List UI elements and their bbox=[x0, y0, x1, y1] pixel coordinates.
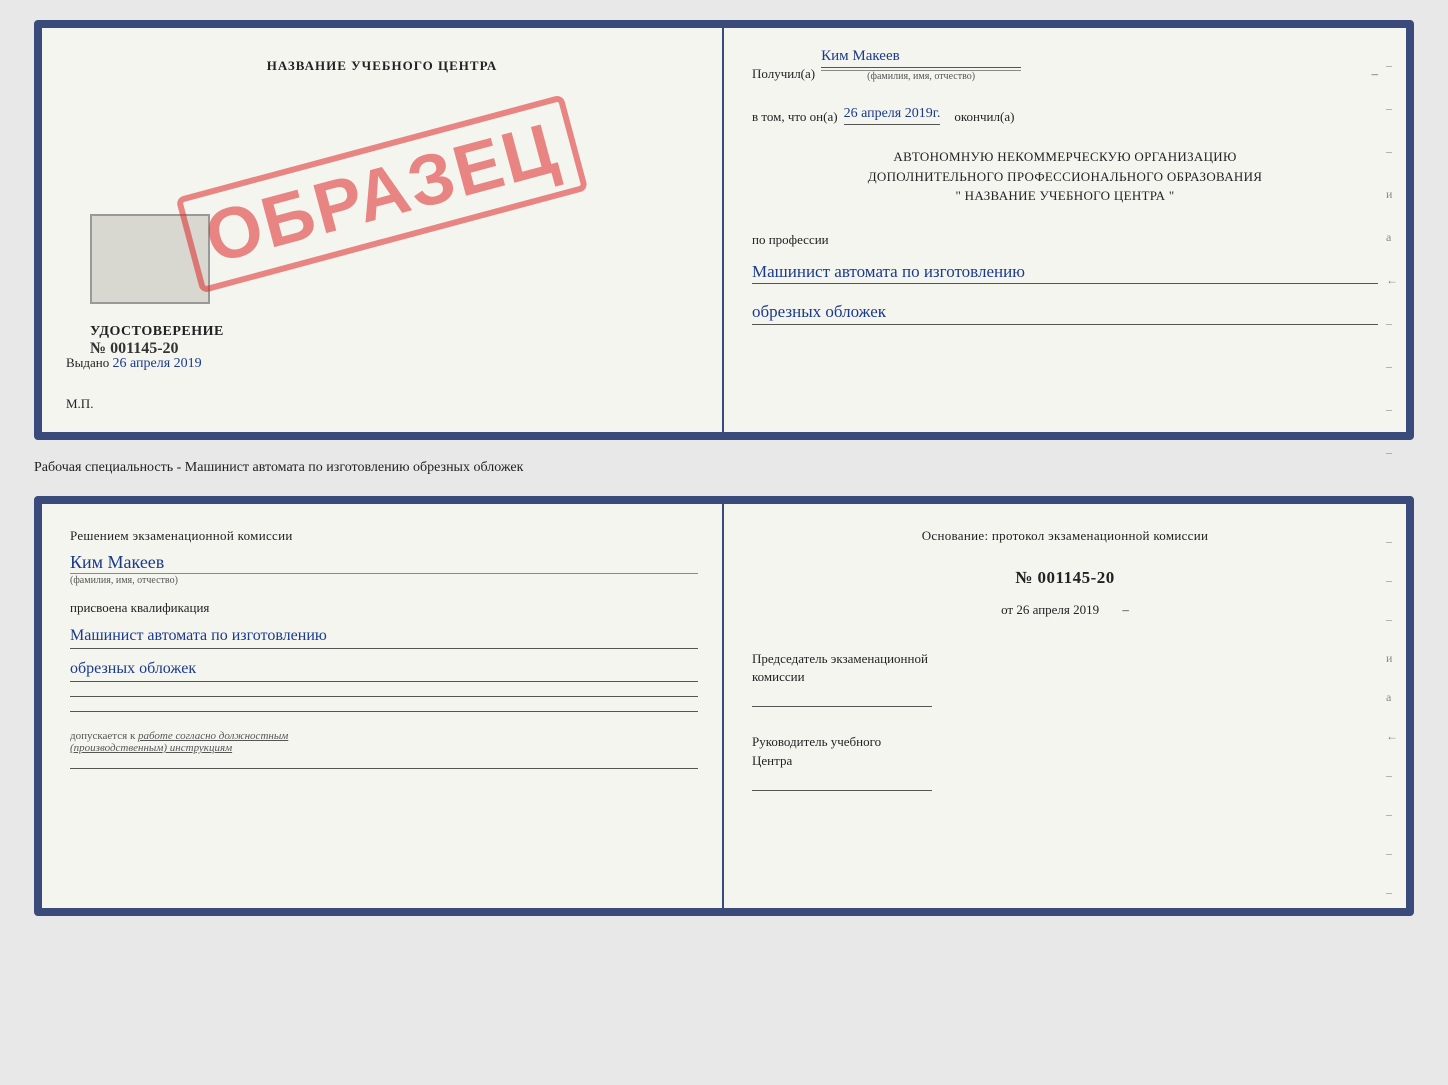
in-that-row: в том, что он(а) 26 апреля 2019г. окончи… bbox=[752, 106, 1378, 125]
sample-stamp: ОБРАЗЕЦ bbox=[175, 94, 588, 294]
doc1-title: НАЗВАНИЕ УЧЕБНОГО ЦЕНТРА bbox=[66, 58, 698, 74]
допуск-block: допускается к работе согласно должностны… bbox=[70, 730, 698, 754]
qualification-line1: Машинист автомата по изготовлению bbox=[70, 624, 698, 649]
допуск-line bbox=[70, 768, 698, 769]
cert-center: ОБРАЗЕЦ УДОСТОВЕРЕНИЕ № 001145-20 bbox=[66, 94, 698, 294]
recipient-wrapper: Ким Макеев (фамилия, имя, отчество) bbox=[821, 48, 1021, 82]
chairman-label: Председатель экзаменационной комиссии bbox=[752, 650, 1378, 686]
qualification-line2: обрезных обложек bbox=[70, 657, 698, 682]
profession-line2: обрезных обложек bbox=[752, 300, 1378, 325]
director-signature-line bbox=[752, 790, 932, 791]
issued-label: Выдано bbox=[66, 355, 109, 370]
qualification-label: присвоена квалификация bbox=[70, 600, 698, 616]
person-name: Ким Макеев bbox=[70, 552, 698, 573]
doc2-right-dashes: – – – и а ← – – – – bbox=[1386, 534, 1398, 900]
profession-line1: Машинист автомата по изготовлению bbox=[752, 260, 1378, 285]
blank-line2 bbox=[70, 711, 698, 712]
doc1-left: НАЗВАНИЕ УЧЕБНОГО ЦЕНТРА ОБРАЗЕЦ УДОСТОВ… bbox=[42, 28, 724, 432]
director-block: Руководитель учебного Центра bbox=[752, 733, 1378, 790]
допуск-text: работе согласно должностным bbox=[138, 730, 288, 742]
document-pair-2: Решением экзаменационной комиссии Ким Ма… bbox=[34, 496, 1414, 916]
допуск-label: допускается к bbox=[70, 730, 135, 742]
chairman-block: Председатель экзаменационной комиссии bbox=[752, 650, 1378, 707]
допуск-text2: (производственным) инструкциям bbox=[70, 742, 232, 754]
org-block: АВТОНОМНУЮ НЕКОММЕРЧЕСКУЮ ОРГАНИЗАЦИЮ ДО… bbox=[752, 147, 1378, 206]
chairman-signature-line bbox=[752, 706, 932, 707]
received-label: Получил(а) bbox=[752, 66, 815, 82]
date-label: от bbox=[1001, 602, 1013, 617]
mp-label: М.П. bbox=[66, 396, 93, 412]
doc2-right: – – – и а ← – – – – Основание: протокол … bbox=[724, 504, 1406, 908]
issued-date: 26 апреля 2019 bbox=[113, 356, 202, 371]
name-wrapper: Ким Макеев (фамилия, имя, отчество) bbox=[70, 552, 698, 586]
completion-date: 26 апреля 2019г. bbox=[844, 106, 941, 125]
org-line2: ДОПОЛНИТЕЛЬНОГО ПРОФЕССИОНАЛЬНОГО ОБРАЗО… bbox=[752, 167, 1378, 187]
commission-text: Решением экзаменационной комиссии bbox=[70, 528, 698, 544]
received-row: Получил(а) Ким Макеев (фамилия, имя, отч… bbox=[752, 48, 1378, 82]
protocol-date: от 26 апреля 2019 – bbox=[752, 602, 1378, 618]
foundation-text: Основание: протокол экзаменационной коми… bbox=[752, 528, 1378, 544]
document-pair-1: НАЗВАНИЕ УЧЕБНОГО ЦЕНТРА ОБРАЗЕЦ УДОСТОВ… bbox=[34, 20, 1414, 440]
right-dashes: – – – и а ← – – – – bbox=[1386, 58, 1398, 460]
recipient-sublabel: (фамилия, имя, отчество) bbox=[821, 70, 1021, 82]
cert-type: УДОСТОВЕРЕНИЕ bbox=[90, 324, 224, 340]
finished-label: окончил(а) bbox=[954, 109, 1014, 125]
in-that-label: в том, что он(а) bbox=[752, 109, 838, 125]
org-line1: АВТОНОМНУЮ НЕКОММЕРЧЕСКУЮ ОРГАНИЗАЦИЮ bbox=[752, 147, 1378, 167]
photo-placeholder bbox=[90, 214, 210, 304]
date-value: 26 апреля 2019 bbox=[1016, 602, 1099, 617]
recipient-name: Ким Макеев bbox=[821, 48, 1021, 68]
between-label: Рабочая специальность - Машинист автомат… bbox=[34, 456, 1414, 480]
doc2-left: Решением экзаменационной комиссии Ким Ма… bbox=[42, 504, 724, 908]
doc1-right: – – – и а ← – – – – Получил(а) Ким Макее… bbox=[724, 28, 1406, 432]
issued-line: Выдано 26 апреля 2019 bbox=[66, 355, 202, 372]
blank-line1 bbox=[70, 696, 698, 697]
director-label: Руководитель учебного Центра bbox=[752, 733, 1378, 769]
org-line3: " НАЗВАНИЕ УЧЕБНОГО ЦЕНТРА " bbox=[752, 186, 1378, 206]
protocol-number: № 001145-20 bbox=[752, 568, 1378, 588]
cert-info: УДОСТОВЕРЕНИЕ № 001145-20 bbox=[90, 324, 224, 358]
name-sublabel: (фамилия, имя, отчество) bbox=[70, 573, 698, 586]
profession-label: по профессии bbox=[752, 232, 1378, 248]
